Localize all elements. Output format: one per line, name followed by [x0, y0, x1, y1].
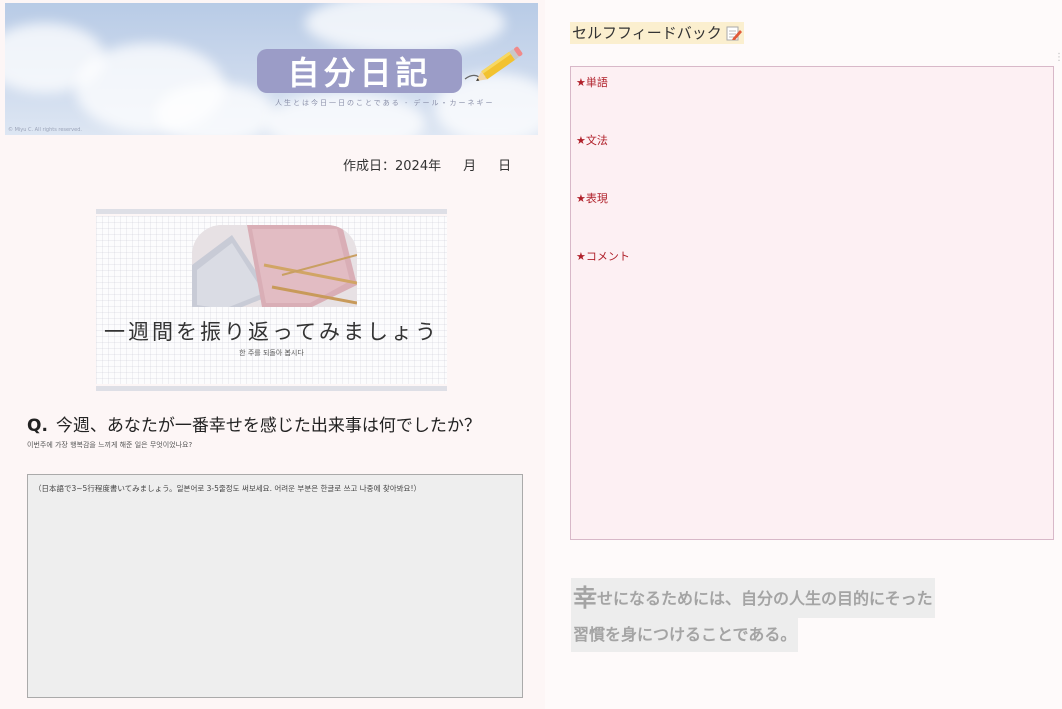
answer-textarea[interactable]: （日本語で3~5行程度書いてみましょう。일본어로 3-5줄정도 써보세요. 어려…: [27, 474, 523, 698]
notebook-photo: [192, 225, 357, 307]
pencil-icon: [464, 46, 523, 82]
banner-copyright: © Miyu C. All rights reserved.: [8, 127, 82, 133]
resize-handle[interactable]: ⋮⋮: [1054, 52, 1062, 63]
review-subtitle: 한 주를 되돌아 봅시다: [239, 349, 304, 357]
feedback-title-text: セルフフィードバック: [572, 24, 722, 42]
feedback-textarea[interactable]: ★単語 ★文法 ★表現 ★コメント: [570, 66, 1054, 540]
quote-line-1: 幸せになるためには、自分の人生の目的にそった: [571, 578, 935, 618]
created-month: 月: [463, 159, 477, 174]
answer-hint: （日本語で3~5行程度書いてみましょう。일본어로 3-5줄정도 써보세요. 어려…: [34, 484, 421, 493]
card-bottom-divider: [96, 386, 447, 391]
created-day: 日: [498, 159, 512, 174]
banner-title: 自分日記: [287, 54, 432, 92]
weekly-review-card: 一週間を振り返ってみましょう 한 주를 되돌아 봅시다: [96, 216, 447, 384]
header-banner: 自分日記 人生とは今日一日のことである - デール・カーネギー © Miyu C…: [5, 3, 538, 135]
feedback-title: セルフフィードバック: [570, 22, 744, 44]
question-prefix: Q.: [27, 416, 48, 436]
memo-icon: [726, 26, 742, 41]
question-text: 今週、あなたが一番幸せを感じた出来事は何でしたか？: [55, 416, 481, 436]
feedback-item-vocabulary: ★単語: [576, 76, 608, 89]
created-date: 作成日：2024年 月 日: [343, 155, 533, 174]
quote-line-2: 習慣を身につけることである。: [571, 618, 799, 652]
feedback-item-expression: ★表現: [576, 192, 608, 205]
banner-title-box: 自分日記: [257, 49, 462, 93]
feedback-item-grammar: ★文法: [576, 134, 608, 147]
banner-subtitle: 人生とは今日一日のことである - デール・カーネギー: [275, 99, 495, 107]
diary-page: 自分日記 人生とは今日一日のことである - デール・カーネギー © Miyu C…: [0, 0, 545, 709]
question-translation: 이번주에 가장 행복감을 느끼게 해준 일은 무엇이었나요?: [27, 441, 193, 449]
question-heading: Q. 今週、あなたが一番幸せを感じた出来事は何でしたか？: [27, 411, 481, 436]
card-top-divider: [96, 209, 447, 214]
quote-line1-rest: せになるためには、自分の人生の目的にそった: [597, 589, 933, 608]
quote-first-char: 幸: [573, 584, 597, 612]
created-label: 作成日：2024年: [343, 159, 442, 174]
review-title: 一週間を振り返ってみましょう: [104, 320, 439, 344]
feedback-item-comment: ★コメント: [576, 250, 630, 263]
